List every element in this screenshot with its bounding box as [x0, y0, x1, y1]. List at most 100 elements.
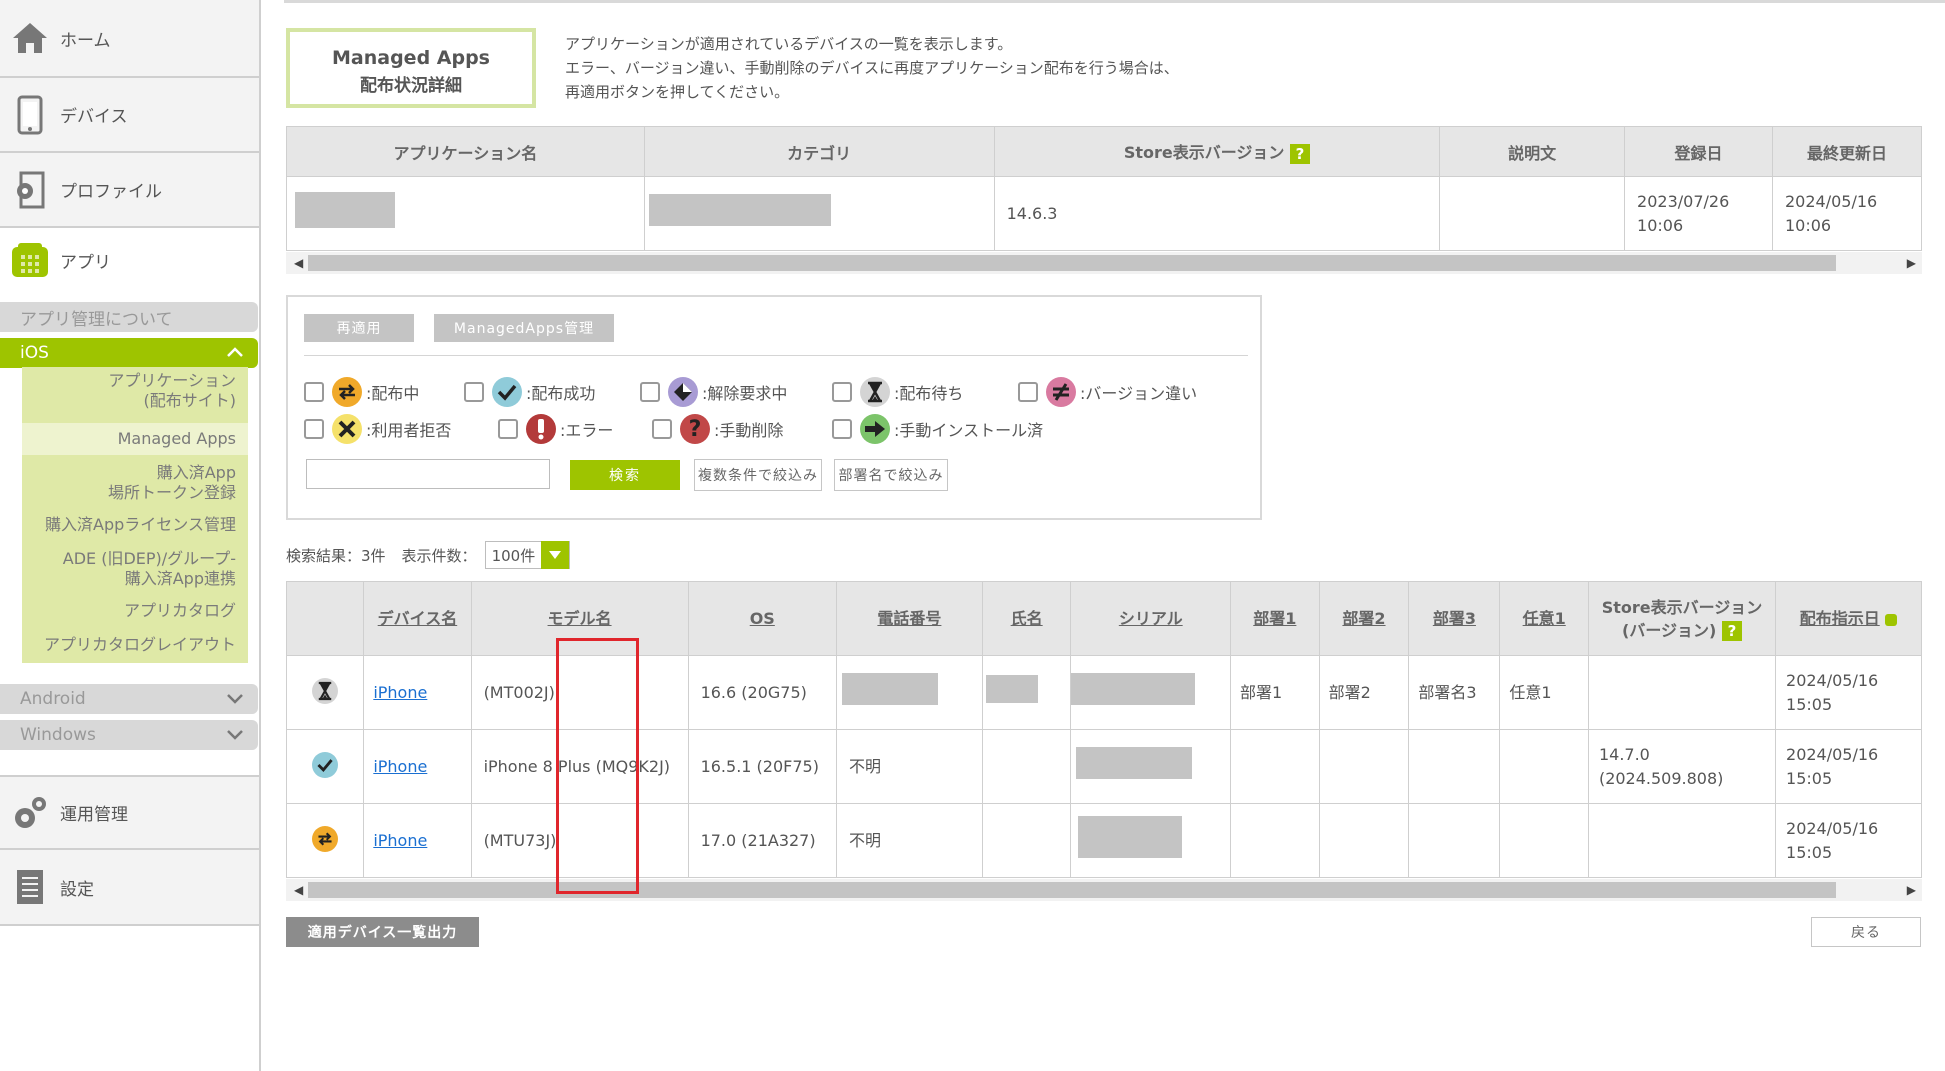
table-row: iPhone iPhone 8 Plus (MQ9K2J) 16.5.1 (20… — [285, 729, 1922, 804]
filter-user-rejected[interactable]: :利用者拒否 — [304, 414, 451, 444]
ios-section-label: iOS — [20, 343, 49, 363]
help-icon[interactable]: ? — [1289, 143, 1310, 164]
checkbox[interactable] — [304, 419, 324, 439]
device-table: デバイス名 モデル名 OS 電話番号 氏名 シリアル 部署1 部署2 部署3 任… — [285, 581, 1922, 878]
checkbox[interactable] — [304, 382, 324, 402]
col-dispatch-date[interactable]: 配布指示日 — [1775, 581, 1922, 656]
manual-delete-icon: ? — [680, 414, 710, 444]
filter-waiting[interactable]: :配布待ち — [832, 377, 963, 407]
filter-error[interactable]: :エラー — [498, 414, 613, 444]
col-optional1[interactable]: 任意1 — [1499, 581, 1589, 656]
main-content: Managed Apps 配布状況詳細 アプリケーションが適用されているデバイス… — [284, 0, 1945, 1071]
dept3-cell: 部署名3 — [1408, 655, 1501, 730]
filter-manual-install[interactable]: :手動インストール済 — [832, 414, 1043, 444]
nav-settings[interactable]: 設定 — [0, 850, 259, 926]
dispatch-date: 2024/05/16 — [1786, 744, 1879, 764]
scroll-left-icon[interactable]: ◀ — [294, 883, 303, 897]
success-check-icon — [312, 752, 339, 778]
profile-gear-icon — [0, 171, 60, 209]
filter-distributing[interactable]: :配布中 — [304, 377, 419, 407]
scroll-left-icon[interactable]: ◀ — [294, 256, 303, 270]
ios-submenu: アプリケーション (配布サイト) Managed Apps 購入済App 場所ト… — [22, 367, 248, 663]
description-line1: アプリケーションが適用されているデバイスの一覧を表示します。 — [565, 35, 1013, 53]
export-device-list-button[interactable]: 適用デバイス一覧出力 — [286, 917, 479, 947]
device-link[interactable]: iPhone — [373, 831, 427, 850]
ios-section-toggle[interactable]: iOS — [0, 338, 258, 368]
per-page-select[interactable]: 100件 — [484, 541, 571, 569]
col-dept3[interactable]: 部署3 — [1408, 581, 1501, 656]
nav-profiles[interactable]: プロファイル — [0, 153, 259, 228]
col-user-name[interactable]: 氏名 — [981, 581, 1072, 656]
dispatch-time: 15:05 — [1786, 694, 1833, 714]
col-serial[interactable]: シリアル — [1070, 581, 1232, 656]
managed-apps-button[interactable]: ManagedApps管理 — [434, 314, 614, 342]
col-registered: 登録日 — [1624, 126, 1773, 177]
dispatch-date-cell: 2024/05/16 15:05 — [1775, 803, 1922, 878]
checkbox[interactable] — [652, 419, 672, 439]
help-icon[interactable]: ? — [1721, 621, 1742, 641]
nav-home[interactable]: ホーム — [0, 0, 259, 78]
col-device-name[interactable]: デバイス名 — [363, 581, 472, 656]
device-link[interactable]: iPhone — [373, 757, 427, 776]
filter-panel: 再適用 ManagedApps管理 :配布中 :配布成功 :解除要求中:配布待… — [286, 295, 1262, 520]
filter-manual-delete[interactable]: ? :手動削除 — [652, 414, 783, 444]
checkbox[interactable] — [464, 382, 484, 402]
per-page-value: 100件 — [491, 546, 536, 565]
app-about-link[interactable]: アプリ管理について — [0, 302, 258, 332]
checkbox[interactable] — [832, 419, 852, 439]
col-dept2[interactable]: 部署2 — [1318, 581, 1410, 656]
dept2-cell — [1318, 729, 1410, 804]
submenu-applications-line2: (配布サイト) — [143, 391, 237, 410]
col-os-label: OS — [749, 609, 775, 628]
submenu-managed-apps[interactable]: Managed Apps — [22, 423, 248, 455]
multi-filter-button[interactable]: 複数条件で絞込み — [694, 459, 822, 491]
scroll-right-icon[interactable]: ▶ — [1907, 883, 1916, 897]
submenu-catalog-layout[interactable]: アプリカタログレイアウト — [22, 635, 248, 655]
search-button[interactable]: 検索 — [570, 460, 680, 490]
filter-manual-delete-label: :手動削除 — [714, 421, 784, 440]
windows-section-toggle[interactable]: Windows — [0, 720, 258, 750]
col-user-name-label: 氏名 — [1010, 609, 1043, 628]
scroll-right-icon[interactable]: ▶ — [1907, 256, 1916, 270]
reapply-button[interactable]: 再適用 — [304, 314, 414, 342]
submenu-ade[interactable]: ADE (旧DEP)/グループ- 購入済App連携 — [22, 549, 248, 589]
col-dept1[interactable]: 部署1 — [1230, 581, 1320, 656]
filter-success[interactable]: :配布成功 — [464, 377, 595, 407]
android-section-toggle[interactable]: Android — [0, 684, 258, 714]
redacted-block — [648, 194, 831, 226]
search-input[interactable] — [306, 459, 550, 489]
col-serial-label: シリアル — [1118, 609, 1183, 628]
submenu-applications[interactable]: アプリケーション (配布サイト) — [22, 371, 248, 411]
description-line2: エラー、バージョン違い、手動削除のデバイスに再度アプリケーション配布を行う場合は… — [565, 59, 1179, 77]
checkbox[interactable] — [1018, 382, 1038, 402]
col-os[interactable]: OS — [687, 581, 837, 656]
filter-release-request[interactable]: :解除要求中 — [640, 377, 787, 407]
nav-apps[interactable]: アプリ — [0, 228, 259, 292]
device-table-scrollbar[interactable]: ◀ ▶ — [286, 879, 1922, 901]
release-request-icon — [668, 377, 698, 407]
scrollbar-thumb[interactable] — [308, 255, 1836, 271]
back-button[interactable]: 戻る — [1811, 917, 1921, 947]
dept-filter-button[interactable]: 部署名で絞込み — [834, 459, 948, 491]
result-count: 検索結果：3件 — [286, 546, 386, 565]
nav-devices[interactable]: デバイス — [0, 78, 259, 153]
page-title-line1: Managed Apps — [332, 47, 490, 69]
submenu-license[interactable]: 購入済Appライセンス管理 — [22, 515, 248, 535]
device-link[interactable]: iPhone — [373, 683, 427, 702]
scrollbar-thumb[interactable] — [308, 882, 1836, 898]
status-cell — [285, 655, 365, 730]
app-row: 14.6.3 2023/07/26 10:06 2024/05/16 10:06 — [286, 176, 1922, 251]
hourglass-icon — [860, 377, 890, 407]
submenu-purchased-token[interactable]: 購入済App 場所トークン登録 — [22, 463, 248, 503]
checkbox[interactable] — [640, 382, 660, 402]
page-description: アプリケーションが適用されているデバイスの一覧を表示します。 エラー、バージョン… — [565, 32, 1179, 104]
app-table-scrollbar[interactable]: ◀ ▶ — [286, 252, 1922, 274]
submenu-catalog[interactable]: アプリカタログ — [22, 601, 248, 621]
checkbox[interactable] — [498, 419, 518, 439]
nav-operations[interactable]: 運用管理 — [0, 775, 259, 850]
page-title: Managed Apps 配布状況詳細 — [286, 28, 536, 108]
filter-waiting-label: :配布待ち — [894, 384, 964, 403]
filter-version-mismatch[interactable]: :バージョン違い — [1018, 377, 1197, 407]
checkbox[interactable] — [832, 382, 852, 402]
col-phone[interactable]: 電話番号 — [835, 581, 983, 656]
